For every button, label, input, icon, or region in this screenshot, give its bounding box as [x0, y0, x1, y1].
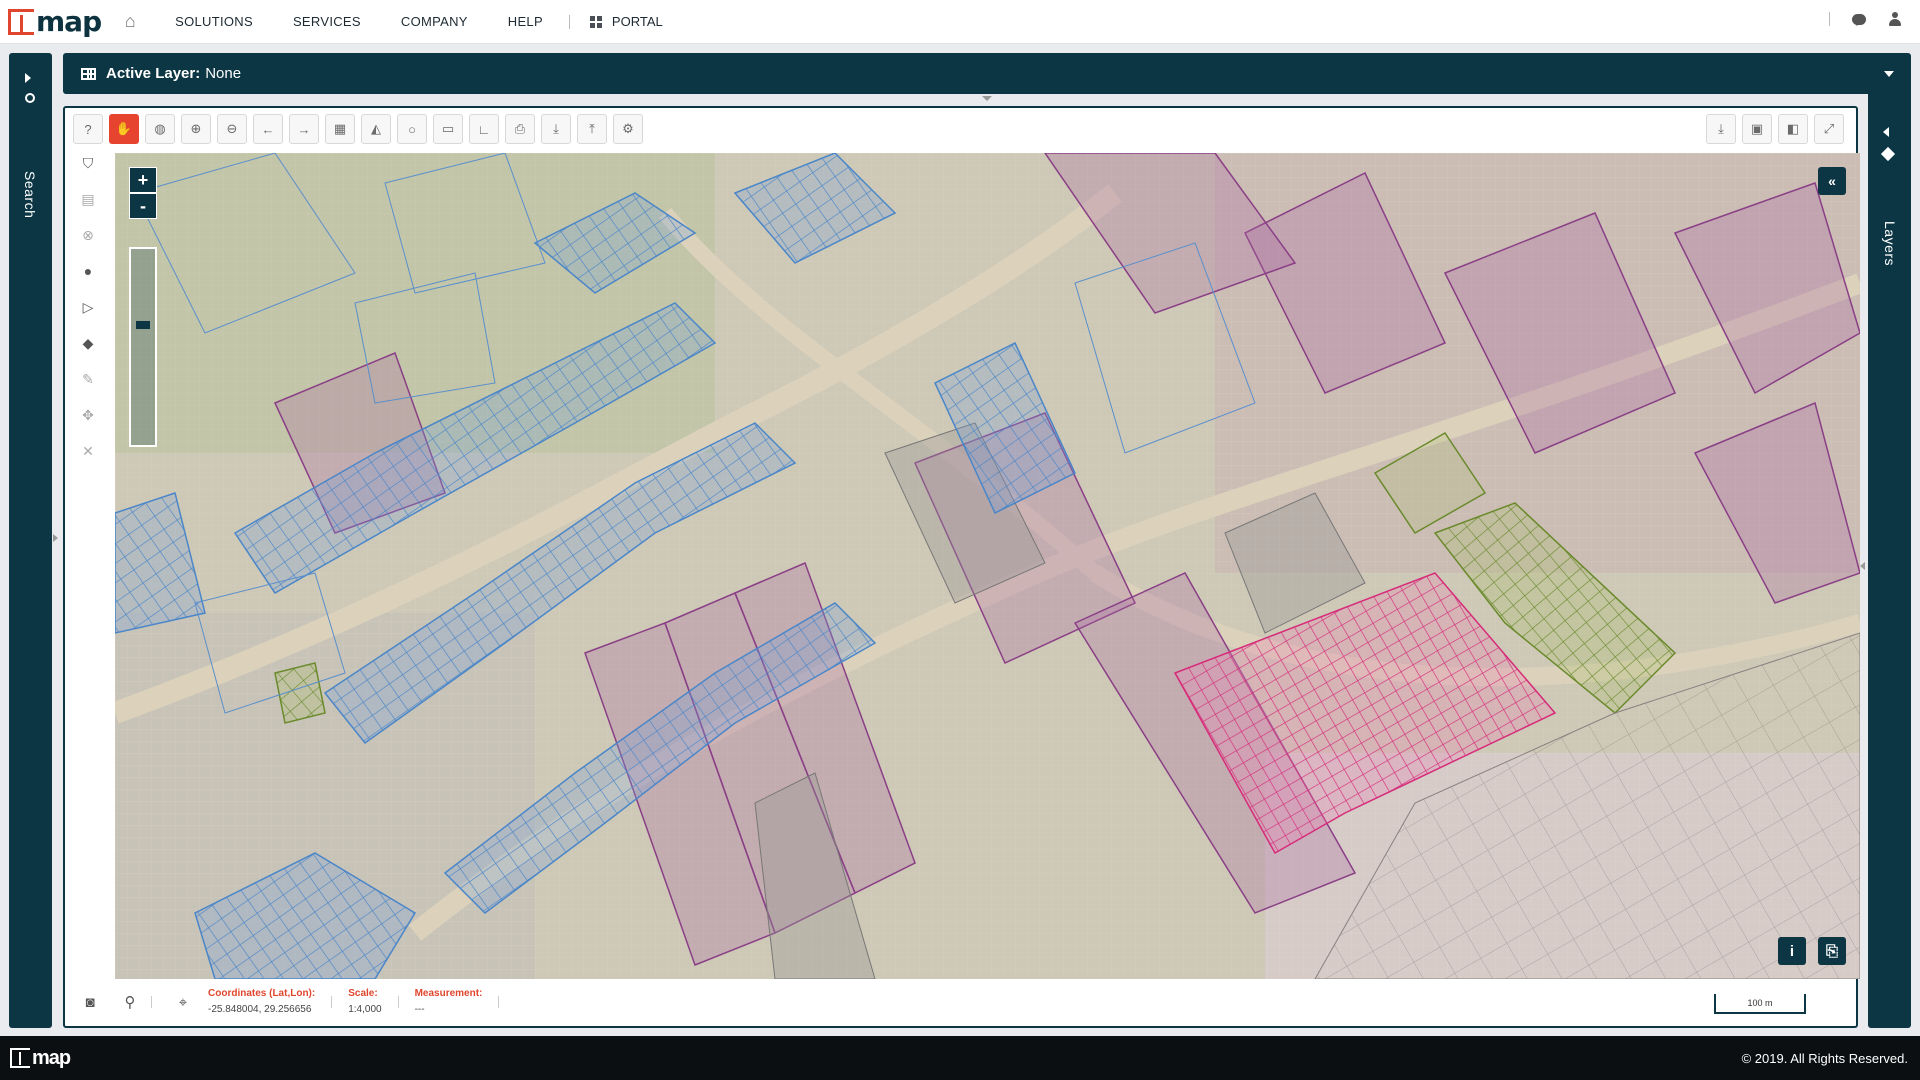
print-icon[interactable]: ⎙ [505, 114, 535, 144]
chevron-left-icon [1883, 127, 1889, 137]
crosshair-icon[interactable]: ⌖ [168, 987, 198, 1017]
back-arrow-icon[interactable]: ← [253, 114, 283, 144]
nav-solutions[interactable]: SOLUTIONS [175, 14, 253, 29]
layers-panel-toggle[interactable]: Layers [1868, 53, 1911, 1028]
measurement-label: Measurement: [414, 988, 483, 999]
map-toolbar: ? ✋ ◍ ⊕ ⊖ ← → ▦ ◭ ○ ▭ ∟ ⎙ ⤓ ⤒ ⚙ [73, 114, 643, 144]
copyright-text: © 2019. All Rights Reserved. [1741, 1050, 1908, 1066]
map-scale-bar: 100 m [1714, 994, 1806, 1014]
search-panel-toggle[interactable]: Search [9, 53, 52, 1028]
active-layer-bar[interactable]: Active Layer: None [63, 53, 1910, 94]
zoom-control: + - [129, 167, 157, 447]
logo-mark-icon [8, 8, 34, 35]
coordinates-value: -25.848004, 29.256656 [208, 1004, 312, 1015]
home-icon[interactable]: ⌂ [119, 11, 141, 33]
logo-mark-icon [10, 1048, 30, 1068]
layers-panel-label: Layers [1882, 221, 1898, 267]
nav-portal-label: PORTAL [611, 14, 663, 29]
page-footer: map © 2019. All Rights Reserved. [0, 1036, 1920, 1080]
left-edge-handle[interactable] [53, 534, 58, 542]
corner-icon[interactable]: ∟ [469, 114, 499, 144]
zoom-in-button[interactable]: + [129, 167, 157, 193]
binoculars-icon[interactable]: ⛉ [73, 148, 103, 178]
move-icon[interactable]: ✥ [73, 400, 103, 430]
scale-value: 1:4,000 [348, 1004, 382, 1015]
table-icon [81, 67, 96, 80]
layers-icon [1880, 146, 1896, 162]
right-edge-handle[interactable] [1860, 562, 1865, 570]
status-divider [151, 996, 152, 1008]
ruler-icon[interactable]: ▭ [433, 114, 463, 144]
map-status-bar: ◙ ⚲ ⌖ Coordinates (Lat,Lon): -25.848004,… [65, 978, 1856, 1026]
nav-divider [1829, 12, 1830, 26]
nav-company[interactable]: COMPANY [401, 14, 468, 29]
fullscreen-icon[interactable]: ⤢ [1814, 114, 1844, 144]
image-icon[interactable]: ▣ [1742, 114, 1772, 144]
grid-icon [589, 15, 602, 28]
aerial-parcel-map [115, 153, 1860, 979]
delete-icon[interactable]: ✕ [73, 436, 103, 466]
zoom-out-button[interactable]: - [129, 193, 157, 219]
active-layer-value: None [205, 65, 242, 82]
zoom-out-icon[interactable]: ⊖ [217, 114, 247, 144]
coordinates-label: Coordinates (Lat,Lon): [208, 988, 316, 999]
zoom-in-icon[interactable]: ⊕ [181, 114, 211, 144]
map-side-tools: ⛉ ▤ ⊗ ● ▷ ◆ ✎ ✥ ✕ [73, 148, 103, 466]
export-icon[interactable]: ⤓ [1706, 114, 1736, 144]
download-icon[interactable]: ⤓ [541, 114, 571, 144]
draw-polygon-icon[interactable]: ◆ [73, 328, 103, 358]
location-pin-icon[interactable]: ⚲ [115, 987, 145, 1017]
status-divider [498, 996, 500, 1008]
nav-services[interactable]: SERVICES [293, 14, 361, 29]
active-layer-label: Active Layer: [106, 65, 201, 82]
chevron-right-icon [25, 73, 31, 83]
zoom-slider-thumb[interactable] [136, 321, 150, 329]
help-icon[interactable]: ? [73, 114, 103, 144]
chart-icon[interactable]: ◭ [361, 114, 391, 144]
scale-label: Scale: [348, 988, 378, 999]
coordinates-readout: Coordinates (Lat,Lon): -25.848004, 29.25… [208, 986, 315, 1018]
nav-help[interactable]: HELP [508, 14, 543, 29]
collapse-panel-button[interactable]: « [1818, 167, 1846, 195]
map-toolbar-right: ⤓ ▣ ◧ ⤢ [1706, 114, 1844, 144]
attach-button[interactable]: ⎘ [1818, 937, 1846, 965]
top-navigation: map ⌂ SOLUTIONS SERVICES COMPANY HELP PO… [0, 0, 1920, 44]
nav-divider [568, 14, 570, 29]
logo-text: map [36, 5, 102, 38]
edit-pencil-icon[interactable]: ✎ [73, 364, 103, 394]
zoom-slider[interactable] [129, 247, 157, 447]
scale-readout: Scale: 1:4,000 [348, 986, 381, 1018]
forward-arrow-icon[interactable]: → [289, 114, 319, 144]
chevron-down-icon[interactable] [1884, 71, 1894, 77]
draw-circle-icon[interactable]: ● [73, 256, 103, 286]
footer-logo[interactable]: map [10, 1046, 71, 1070]
collapse-handle[interactable] [980, 94, 994, 102]
clear-icon[interactable]: ⊗ [73, 220, 103, 250]
table-icon[interactable]: ▦ [325, 114, 355, 144]
measurement-value: --- [414, 1004, 425, 1015]
map-viewport[interactable]: + - « i ⎘ [115, 153, 1860, 979]
pan-hand-icon[interactable]: ✋ [109, 114, 139, 144]
measurement-readout: Measurement: --- [415, 986, 483, 1018]
top-right-actions [1829, 12, 1902, 26]
circle-icon[interactable]: ○ [397, 114, 427, 144]
chat-icon[interactable] [1852, 13, 1866, 26]
footer-logo-text: map [32, 1046, 71, 1069]
status-divider [331, 996, 333, 1008]
map-icon[interactable]: ▤ [73, 184, 103, 214]
search-icon [25, 93, 35, 103]
nav-portal[interactable]: PORTAL [589, 14, 663, 29]
draw-line-icon[interactable]: ▷ [73, 292, 103, 322]
settings-icon[interactable]: ⚙ [613, 114, 643, 144]
upload-icon[interactable]: ⤒ [577, 114, 607, 144]
search-panel-label: Search [22, 171, 38, 219]
map-container: ? ✋ ◍ ⊕ ⊖ ← → ▦ ◭ ○ ▭ ∟ ⎙ ⤓ ⤒ ⚙ ⤓ ▣ ◧ ⤢ … [63, 106, 1860, 1028]
status-divider [397, 996, 399, 1008]
user-icon[interactable] [1888, 12, 1902, 26]
camera-icon[interactable]: ◙ [75, 987, 105, 1017]
info-button[interactable]: i [1778, 937, 1806, 965]
brand-logo[interactable]: map [8, 0, 102, 44]
globe-icon[interactable]: ◍ [145, 114, 175, 144]
split-view-icon[interactable]: ◧ [1778, 114, 1808, 144]
